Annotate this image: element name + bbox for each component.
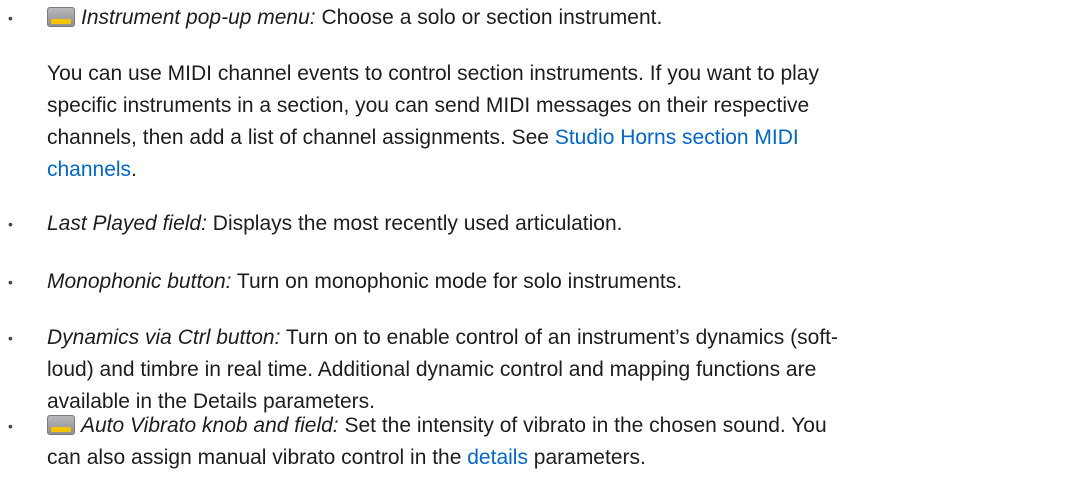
desc-last-played: Displays the most recently used articula… — [206, 212, 623, 235]
desc-dynamics-1: Turn on to enable control of an instrume… — [280, 326, 838, 349]
bullet: • — [8, 330, 13, 346]
studio-horns-midi-link[interactable]: Studio Horns section MIDI — [555, 126, 799, 149]
desc-monophonic: Turn on monophonic mode for solo instrum… — [231, 270, 683, 293]
desc-auto-vibrato-2a: can also assign manual vibrato control i… — [47, 446, 468, 469]
desc-dynamics-2: loud) and timbre in real time. Additiona… — [47, 358, 817, 381]
bullet: • — [8, 216, 13, 232]
bullet: • — [8, 274, 13, 290]
paragraph-line-1: You can use MIDI channel events to contr… — [47, 62, 819, 85]
bullet: • — [8, 10, 13, 26]
paragraph-end-period: . — [131, 158, 137, 181]
term-instrument-menu: Instrument pop-up menu: — [81, 6, 316, 29]
term-dynamics: Dynamics via Ctrl button: — [47, 326, 281, 349]
paragraph-line-2: specific instruments in a section, you c… — [47, 94, 810, 117]
term-monophonic: Monophonic button: — [47, 270, 232, 293]
term-auto-vibrato: Auto Vibrato knob and field: — [81, 414, 339, 437]
details-link[interactable]: details — [467, 446, 528, 469]
paragraph-line-3: channels, then add a list of channel ass… — [47, 126, 555, 149]
desc-auto-vibrato-2b: parameters. — [527, 446, 646, 469]
studio-horns-midi-link-cont[interactable]: channels — [47, 158, 131, 181]
desc-auto-vibrato-1: Set the intensity of vibrato in the chos… — [338, 414, 827, 437]
term-last-played: Last Played field: — [47, 212, 207, 235]
bullet: • — [8, 418, 13, 434]
desc-instrument-menu: Choose a solo or section instrument. — [315, 6, 663, 29]
vibrato-thumbnail-icon — [47, 415, 75, 435]
instrument-thumbnail-icon — [47, 7, 75, 27]
